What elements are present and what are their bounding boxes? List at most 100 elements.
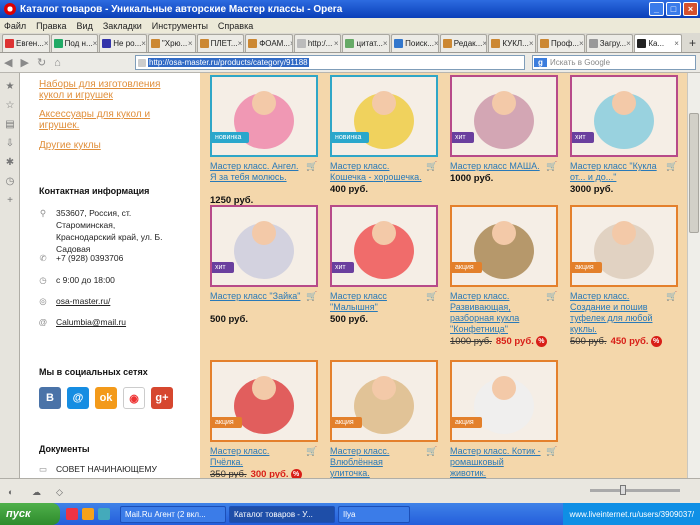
start-button[interactable]: пуск — [0, 503, 60, 525]
tab-1[interactable]: Под н... × — [50, 34, 99, 52]
menu-tools[interactable]: Инструменты — [152, 21, 208, 31]
product-title-link[interactable]: Мастер класс "Малышня" — [330, 291, 422, 313]
product-thumbnail[interactable]: хит — [330, 205, 438, 287]
history-icon[interactable]: ◷ — [0, 176, 20, 187]
product-title-link[interactable]: Мастер класс "Кукла от... и до..." — [570, 161, 662, 183]
tab-close-icon[interactable]: × — [383, 39, 389, 48]
opera-quicklaunch-icon[interactable] — [66, 508, 78, 520]
forward-icon[interactable]: ▶ — [20, 56, 28, 69]
tab-7[interactable]: цитат... × — [342, 34, 391, 52]
unite-icon[interactable]: ◇ — [56, 487, 63, 498]
contact-email[interactable]: @ Calumbia@mail.ru — [38, 316, 126, 328]
tab-2[interactable]: Не ро... × — [99, 34, 147, 52]
product-thumbnail[interactable]: акция — [450, 360, 558, 442]
tab-13[interactable]: Ка... × — [634, 34, 682, 52]
tab-close-icon[interactable]: × — [93, 39, 98, 48]
picasa-icon[interactable]: ◉ — [123, 387, 145, 409]
contact-site[interactable]: ◎ osa-master.ru/ — [38, 295, 110, 307]
page-scrollbar[interactable] — [687, 73, 700, 478]
tab-close-icon[interactable]: × — [44, 39, 49, 48]
product-thumbnail[interactable]: акция — [210, 360, 318, 442]
mailru-icon[interactable]: @ — [67, 387, 89, 409]
cart-icon[interactable]: 🛒 — [666, 291, 677, 301]
tab-close-icon[interactable]: × — [188, 39, 195, 48]
turbo-icon[interactable]: ☁ — [32, 487, 41, 498]
bookmark-icon[interactable]: ☆ — [0, 100, 20, 111]
product-title-link[interactable]: Мастер класс "Зайка" — [210, 291, 302, 302]
product-title-link[interactable]: Мастер класс. Пчёлка. — [210, 446, 302, 468]
star-icon[interactable]: ★ — [0, 81, 20, 92]
tab-11[interactable]: Проф... × — [537, 34, 585, 52]
cart-icon[interactable]: 🛒 — [306, 291, 317, 301]
tab-9[interactable]: Редак... × — [439, 34, 488, 52]
cart-icon[interactable]: 🛒 — [666, 161, 677, 171]
product-title-link[interactable]: Мастер класс. Ангел. Я за тебя молюсь. — [210, 161, 302, 183]
google-plus-icon[interactable]: g+ — [151, 387, 173, 409]
menu-help[interactable]: Справка — [218, 21, 253, 31]
firefox-quicklaunch-icon[interactable] — [82, 508, 94, 520]
category-link-other[interactable]: Другие куклы — [39, 140, 101, 151]
tab-10[interactable]: КУКЛ... × — [488, 34, 537, 52]
panel-toggle-icon[interactable]: ◐ — [8, 487, 13, 497]
product-thumbnail[interactable]: хит — [210, 205, 318, 287]
new-tab-icon[interactable]: + — [689, 36, 696, 50]
taskbar-item-opera[interactable]: Каталог товаров - У... — [229, 505, 335, 523]
add-panel-icon[interactable]: + — [0, 195, 20, 206]
category-link-kits[interactable]: Наборы для изготовления кукол и игрушек — [39, 79, 179, 101]
product-thumbnail[interactable]: хит — [450, 75, 558, 157]
taskbar-item-ilya[interactable]: Ilya — [338, 505, 410, 523]
address-input[interactable]: http://osa-master.ru/products/category/9… — [135, 55, 525, 70]
product-title-link[interactable]: Мастер класс. Влюблённая улиточка. — [330, 446, 422, 478]
tab-12[interactable]: Загру... × — [585, 34, 634, 52]
tab-close-icon[interactable]: × — [238, 39, 244, 48]
scrollbar-thumb[interactable] — [689, 113, 699, 233]
home-icon[interactable]: ⌂ — [54, 57, 61, 69]
product-thumbnail[interactable]: новинка — [210, 75, 318, 157]
widgets-icon[interactable]: ✱ — [0, 157, 20, 168]
download-icon[interactable]: ⇩ — [0, 138, 20, 149]
product-thumbnail[interactable]: акция — [450, 205, 558, 287]
desktop-quicklaunch-icon[interactable] — [98, 508, 110, 520]
tab-close-icon[interactable]: × — [434, 39, 438, 48]
product-title-link[interactable]: Мастер класс. Кошечка - хорошечка. — [330, 161, 422, 183]
tab-6[interactable]: http:/... × — [293, 34, 342, 52]
product-thumbnail[interactable]: акция — [570, 205, 678, 287]
vk-icon[interactable]: B — [39, 387, 61, 409]
notes-icon[interactable]: ▤ — [0, 119, 20, 130]
product-thumbnail[interactable]: хит — [570, 75, 678, 157]
tab-3[interactable]: "Хрю... × — [147, 34, 196, 52]
cart-icon[interactable]: 🛒 — [306, 446, 317, 456]
menu-view[interactable]: Вид — [77, 21, 93, 31]
product-thumbnail[interactable]: акция — [330, 360, 438, 442]
tab-close-icon[interactable]: × — [141, 39, 146, 48]
tab-close-icon[interactable]: × — [482, 39, 486, 48]
tab-8[interactable]: Поиск... × — [391, 34, 439, 52]
tab-4[interactable]: ПЛЕТ... × — [196, 34, 245, 52]
cart-icon[interactable]: 🛒 — [426, 161, 437, 171]
product-title-link[interactable]: Мастер класс. Котик - ромашковый животик… — [450, 446, 542, 478]
menu-bookmarks[interactable]: Закладки — [103, 21, 142, 31]
minimize-icon[interactable]: _ — [649, 2, 664, 16]
cart-icon[interactable]: 🛒 — [546, 446, 557, 456]
cart-icon[interactable]: 🛒 — [426, 446, 437, 456]
zoom-slider[interactable] — [590, 485, 680, 495]
back-icon[interactable]: ◀ — [4, 56, 12, 69]
menu-file[interactable]: Файл — [4, 21, 26, 31]
product-title-link[interactable]: Мастер класс МАША. — [450, 161, 542, 172]
close-icon[interactable]: × — [683, 2, 698, 16]
maximize-icon[interactable]: □ — [666, 2, 681, 16]
tab-close-icon[interactable]: × — [579, 39, 584, 48]
cart-icon[interactable]: 🛒 — [306, 161, 317, 171]
tab-close-icon[interactable]: × — [334, 39, 341, 48]
menu-edit[interactable]: Правка — [36, 21, 66, 31]
search-input[interactable]: g Искать в Google — [532, 55, 696, 70]
cart-icon[interactable]: 🛒 — [426, 291, 437, 301]
tab-5[interactable]: ФОАМ...× — [245, 34, 293, 52]
tab-close-icon[interactable]: × — [529, 39, 535, 48]
product-title-link[interactable]: Мастер класс. Развивающая, разборная кук… — [450, 291, 542, 335]
product-thumbnail[interactable]: новинка — [330, 75, 438, 157]
cart-icon[interactable]: 🛒 — [546, 291, 557, 301]
tab-close-icon[interactable]: × — [626, 39, 632, 48]
cart-icon[interactable]: 🛒 — [546, 161, 557, 171]
document-item[interactable]: ▭ СОВЕТ НАЧИНАЮЩЕМУ — [38, 463, 157, 475]
